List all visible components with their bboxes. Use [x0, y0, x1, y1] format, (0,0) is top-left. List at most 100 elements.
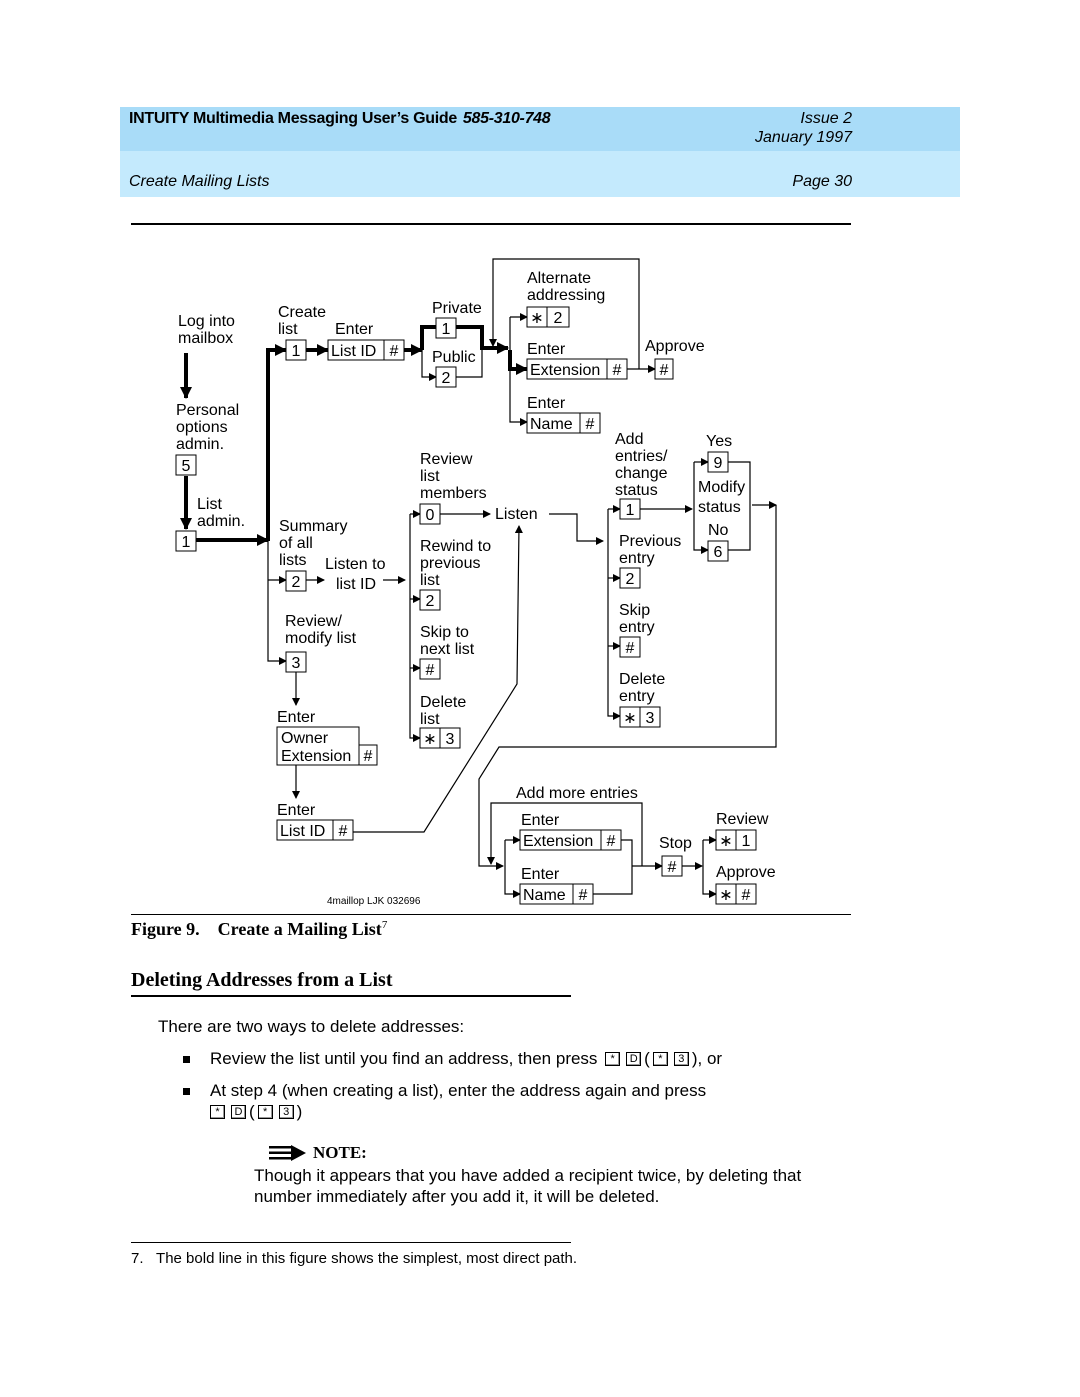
label-skip-entry: entry: [619, 619, 655, 636]
flow-keys: 511 List ID #12∗ 2Extension # #Name #23OwnerEx…: [175, 306, 757, 905]
bullet-1: Review the list until you find an addres…: [210, 1049, 723, 1068]
key-star: *: [605, 1052, 621, 1066]
svg-text:2: 2: [292, 574, 301, 591]
svg-text:Owner: Owner: [281, 730, 329, 747]
label-delete-entry: entry: [619, 688, 655, 705]
key-k-star3-entry: ∗ 3: [619, 706, 661, 728]
note-line-1: Though it appears that you have added a …: [254, 1166, 802, 1185]
label-summary: of all: [279, 535, 313, 552]
bold-path-line: [420, 325, 436, 350]
svg-text:Name: Name: [530, 416, 573, 433]
svg-text:#: #: [364, 748, 373, 765]
label-review-members: members: [420, 485, 487, 502]
key-k1-add: 1: [619, 498, 641, 520]
label-delete-entry: Delete: [619, 671, 665, 688]
label-create-list: Create: [278, 304, 326, 321]
bullet-marker: [183, 1056, 190, 1063]
path-line: [409, 514, 421, 742]
svg-text:Extension: Extension: [281, 748, 351, 765]
svg-text:2: 2: [426, 593, 435, 610]
label-rewind: list: [420, 572, 440, 589]
key-k-listid: List ID #: [327, 339, 405, 361]
svg-text:2: 2: [442, 370, 451, 387]
flow-labels: Log intomailboxPersonaloptionsadmin.List…: [176, 270, 776, 883]
svg-text:∗: ∗: [719, 887, 732, 904]
key-k2-rewind: 2: [419, 589, 441, 611]
svg-text:9: 9: [714, 455, 723, 472]
key-k-name: Name #: [526, 412, 601, 434]
label-list-id: list ID: [336, 576, 376, 593]
label-rewind: Rewind to: [420, 538, 491, 555]
label-modify-status: status: [698, 499, 741, 516]
bullet-marker: [183, 1088, 190, 1095]
label-enter-name: Enter: [527, 395, 566, 412]
bullet-2-keys: * D(* 3): [207, 1102, 302, 1122]
note-label: NOTE:: [313, 1143, 367, 1162]
svg-text:#: #: [586, 416, 595, 433]
key-k-extension-2: Extension #: [519, 829, 622, 851]
svg-text:5: 5: [182, 458, 191, 475]
label-enter-owner: Enter: [277, 709, 316, 726]
label-personal-options: options: [176, 419, 228, 436]
caption-text: Figure 9. Create a Mailing List: [131, 919, 382, 939]
label-previous-entry: Previous: [619, 533, 681, 550]
svg-text:1: 1: [292, 343, 301, 360]
label-private: Private: [432, 300, 482, 317]
label-personal-options: admin.: [176, 436, 224, 453]
key-k0: 0: [419, 503, 441, 525]
label-modify-status: Modify: [698, 479, 745, 496]
svg-text:0: 0: [426, 507, 435, 524]
svg-text:2: 2: [626, 571, 635, 588]
label-delete-list: Delete: [420, 694, 466, 711]
key-k-name-2: Name #: [519, 883, 594, 905]
key-k2-summary: 2: [285, 570, 307, 592]
label-add-more: Add more entries: [516, 785, 638, 802]
key-k-listid-2: List ID #: [276, 819, 354, 841]
path-line: [504, 840, 521, 898]
svg-text:1: 1: [182, 534, 191, 551]
svg-text:∗: ∗: [423, 731, 436, 748]
svg-text:#: #: [742, 887, 751, 904]
key-k1-admin: 1: [175, 530, 197, 552]
note-arrow-icon: [269, 1145, 306, 1161]
key-k2-prev: 2: [619, 567, 641, 589]
label-no: No: [708, 522, 729, 539]
label-enter-name-2: Enter: [521, 866, 560, 883]
label-add-entries: Add: [615, 431, 643, 448]
label-delete-list: list: [420, 711, 440, 728]
footnote-number: 7.: [131, 1250, 144, 1267]
svg-text:#: #: [668, 859, 677, 876]
key-k-extension: Extension #: [526, 358, 628, 380]
label-approve-bottom: Approve: [716, 864, 776, 881]
key-k2-public: 2: [435, 366, 457, 388]
svg-text:3: 3: [292, 655, 301, 672]
svg-text:List ID: List ID: [280, 823, 325, 840]
label-add-entries: entries/: [615, 448, 668, 465]
key-k-star-hash: ∗ #: [715, 883, 757, 905]
key-3: 3: [673, 1052, 689, 1066]
key-k-skip: #: [419, 658, 441, 680]
svg-text:#: #: [390, 343, 399, 360]
key-k-skip-entry: #: [619, 636, 641, 658]
label-create-list: list: [278, 321, 298, 338]
bold-path-line: [266, 344, 287, 541]
key-k3-review: 3: [285, 651, 307, 673]
label-review-members: Review: [420, 451, 473, 468]
label-skip-entry: Skip: [619, 602, 650, 619]
intro-text: There are two ways to delete addresses:: [158, 1017, 465, 1036]
label-enter-list-id: Enter: [335, 321, 374, 338]
label-skip-next: Skip to: [420, 624, 469, 641]
key-3: 3: [278, 1105, 294, 1119]
diagram-credit: 4maillop LJK 032696: [327, 896, 421, 907]
footnote-rule: [131, 1242, 571, 1243]
svg-text:Extension: Extension: [530, 362, 600, 379]
label-review-modify: modify list: [285, 630, 357, 647]
heading-rule: [131, 995, 571, 997]
svg-text:#: #: [660, 362, 669, 379]
label-listen: Listen: [495, 506, 538, 523]
label-enter-list-id-2: Enter: [277, 802, 316, 819]
path-line: [702, 840, 717, 898]
label-yes: Yes: [706, 433, 732, 450]
bullet-2: At step 4 (when creating a list), enter …: [210, 1081, 707, 1100]
footnote-text: The bold line in this figure shows the s…: [156, 1250, 578, 1267]
